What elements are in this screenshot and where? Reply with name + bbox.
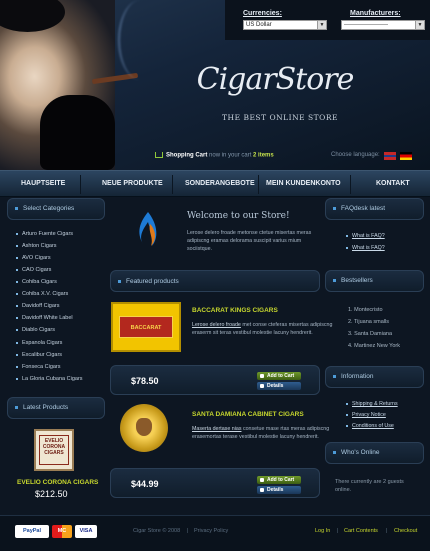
category-link[interactable]: Davidoff Cigars xyxy=(16,303,60,309)
category-link[interactable]: Diablo Cigars xyxy=(15,327,55,333)
category-link[interactable]: La Gloria Cubana Cigars xyxy=(16,376,83,382)
category-link[interactable]: Ashton Cigars xyxy=(16,243,57,249)
latest-product-name[interactable]: EVELIO CORONA CIGARS xyxy=(17,479,98,486)
main-nav: HAUPTSEITE NEUE PRODUKTE SONDERANGEBOTE … xyxy=(0,170,430,197)
footer-separator: | xyxy=(337,528,339,534)
product-price: $78.50 xyxy=(131,376,159,386)
manufacturers-label: Manufacturers: xyxy=(350,10,401,17)
store-tagline: THE BEST ONLINE STORE xyxy=(222,113,338,122)
product-price: $44.99 xyxy=(131,479,159,489)
whos-online-title: Who's Online xyxy=(333,449,379,456)
latest-title: Latest Products xyxy=(15,404,68,411)
information-link[interactable]: Conditions of Use xyxy=(346,423,394,429)
category-link[interactable]: Espanola Cigars xyxy=(15,340,62,346)
evelio-box-label: EVELIO CORONA CIGARS xyxy=(39,435,69,465)
nav-item-specials[interactable]: SONDERANGEBOTE xyxy=(185,180,255,187)
category-link[interactable]: Excalibur Cigars xyxy=(15,352,62,358)
cart-icon xyxy=(155,152,163,158)
german-flag-icon[interactable] xyxy=(400,152,412,160)
latest-product-price: $212.50 xyxy=(35,489,68,499)
featured-title: Featured products xyxy=(118,278,179,285)
welcome-title: Welcome to our Store! xyxy=(187,211,290,221)
chevron-down-icon: ▼ xyxy=(415,21,424,29)
login-link[interactable]: Log In xyxy=(315,528,330,534)
information-link[interactable]: Privacy Notice xyxy=(346,412,386,418)
product-name[interactable]: BACCARAT KINGS CIGARS xyxy=(192,307,278,314)
welcome-text: Lerose delero froade metonse ctetue mise… xyxy=(187,230,312,252)
latest-product-image[interactable]: EVELIO CORONA CIGARS xyxy=(34,429,74,471)
nav-item-new-products[interactable]: NEUE PRODUKTE xyxy=(102,180,163,187)
category-link[interactable]: CAO Cigars xyxy=(15,267,51,273)
product-link[interactable]: Lerose delero froade xyxy=(192,322,241,328)
product-description: Maserta dertase nias consetue mase rtas … xyxy=(192,426,330,440)
category-link[interactable]: AVO Cigars xyxy=(16,255,51,261)
bestseller-link[interactable]: 4. Martinez New York xyxy=(348,343,400,349)
privacy-link[interactable]: Privacy Policy xyxy=(194,528,228,534)
faq-link[interactable]: What is FAQ? xyxy=(346,233,385,239)
glove-shape xyxy=(40,95,115,170)
category-link[interactable]: Davidoff White Label xyxy=(16,315,73,321)
product-image-baccarat[interactable]: BACCARAT xyxy=(111,302,181,352)
product-image-santa-damiana[interactable] xyxy=(120,404,168,452)
faq-link[interactable]: What is FAQ? xyxy=(346,245,385,251)
currencies-label: Currencies: xyxy=(243,10,282,17)
mastercard-icon: MC xyxy=(52,525,72,538)
nav-item-account[interactable]: MEIN KUNDENKONTO xyxy=(266,180,341,187)
language-label: Choose language: xyxy=(331,152,380,158)
add-to-cart-button[interactable]: Add to Cart xyxy=(257,476,301,484)
currency-select[interactable]: US Dollar ▼ xyxy=(243,20,327,30)
category-link[interactable]: Cohiba Cigars xyxy=(16,279,57,285)
bestseller-link[interactable]: 2. Tijuana smalls xyxy=(348,319,389,325)
manufacturer-select[interactable]: ---------------------- ▼ xyxy=(341,20,425,30)
crest-icon xyxy=(136,418,152,436)
nav-item-home[interactable]: HAUPTSEITE xyxy=(21,180,65,187)
category-link[interactable]: Cohiba X.V. Cigars xyxy=(15,291,68,297)
product-description: Lerose delero froade met conse cteferas … xyxy=(192,322,333,336)
flame-icon xyxy=(126,208,170,252)
store-logo[interactable]: CigarStore xyxy=(195,62,355,97)
faq-title: FAQdesk latest xyxy=(333,205,385,212)
cart-summary[interactable]: Shopping Cart now in your cart 2 items xyxy=(155,152,274,159)
information-title: Information xyxy=(333,373,374,380)
information-link[interactable]: Shipping & Returns xyxy=(346,401,398,407)
visa-icon: VISA xyxy=(75,525,97,538)
product-name[interactable]: SANTA DAMIANA CABINET CIGARS xyxy=(192,411,304,418)
chevron-down-icon: ▼ xyxy=(317,21,326,29)
paypal-icon: PayPal xyxy=(15,525,49,538)
footer-separator: | xyxy=(187,528,189,534)
checkout-link[interactable]: Checkout xyxy=(394,528,417,534)
bestseller-link[interactable]: 3. Santa Damiana xyxy=(348,331,392,337)
details-button[interactable]: Details xyxy=(257,486,301,494)
baccarat-label: BACCARAT xyxy=(119,316,173,338)
details-button[interactable]: Details xyxy=(257,382,301,390)
add-to-cart-button[interactable]: Add to Cart xyxy=(257,372,301,380)
footer-separator: | xyxy=(386,528,388,534)
english-flag-icon[interactable] xyxy=(384,152,396,160)
bestsellers-title: Bestsellers xyxy=(333,277,373,284)
categories-title: Select Categories xyxy=(15,205,74,212)
cart-contents-link[interactable]: Cart Contents xyxy=(344,528,378,534)
product-link[interactable]: Maserta dertase nias xyxy=(192,426,241,432)
copyright-text: Cigar Store © 2008 xyxy=(133,528,181,534)
bestseller-link[interactable]: 1. Montecristo xyxy=(348,307,383,313)
nav-item-contact[interactable]: KONTAKT xyxy=(376,180,410,187)
smoke-icon xyxy=(118,0,163,80)
category-link[interactable]: Arturo Fuente Cigars xyxy=(15,231,73,237)
category-link[interactable]: Fonseca Cigars xyxy=(16,364,61,370)
whos-online-text: There currently are 2 guests online. xyxy=(335,479,404,493)
